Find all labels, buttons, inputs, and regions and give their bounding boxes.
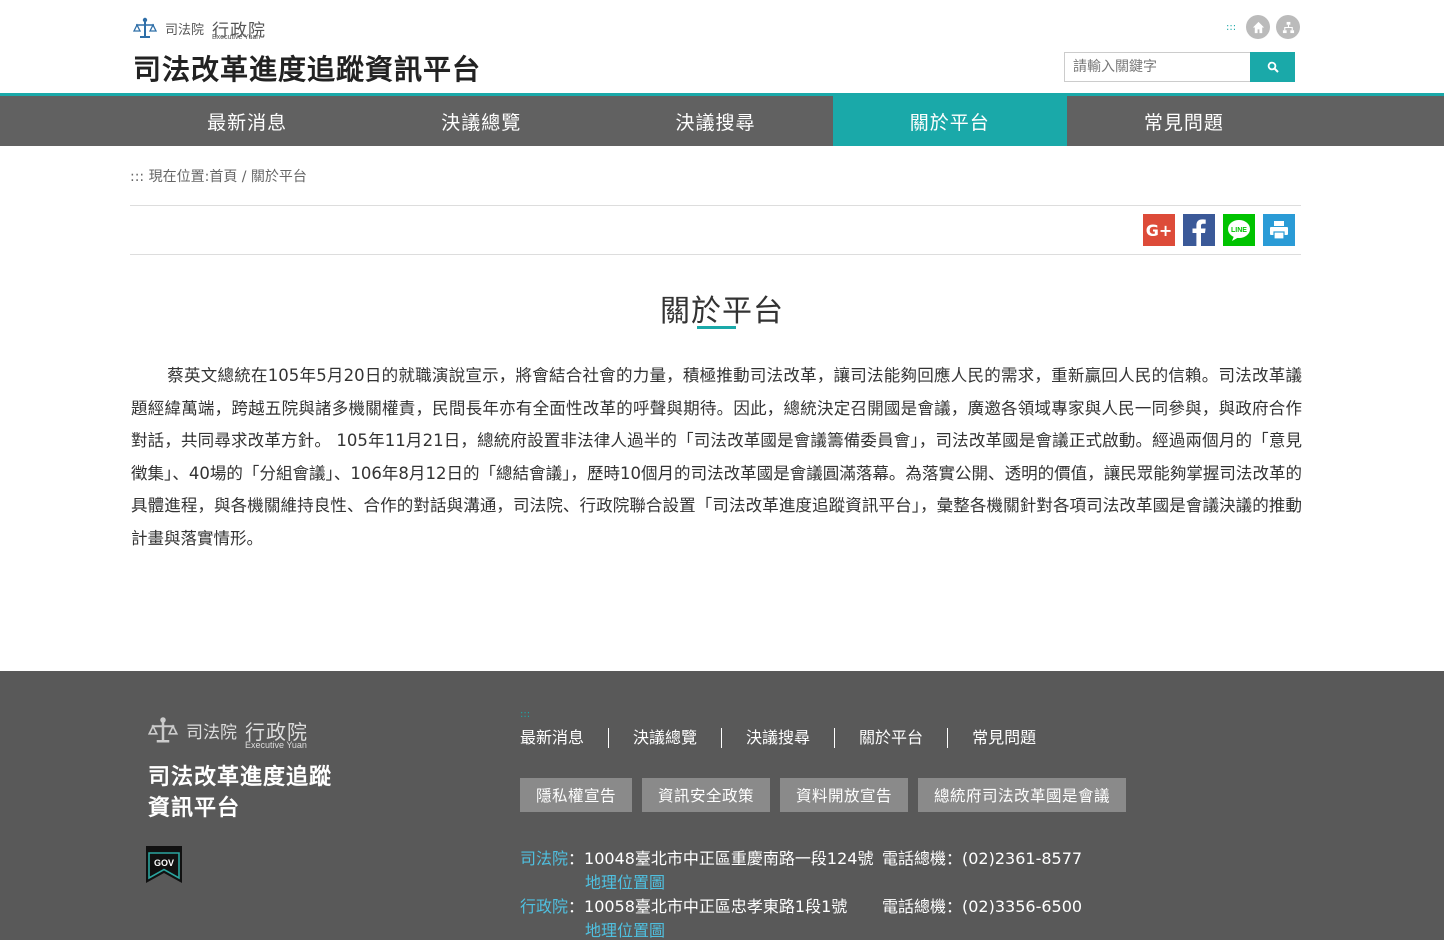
executive-address: ：10058臺北市中正區忠孝東路1段1號 [568, 897, 848, 916]
share-bar: G+ LINE [1143, 214, 1295, 246]
print-button[interactable] [1263, 214, 1295, 246]
sitemap-button[interactable] [1276, 15, 1301, 39]
svg-text:LINE: LINE [1231, 227, 1247, 234]
google-plus-share-button[interactable]: G+ [1143, 214, 1175, 246]
facebook-icon [1192, 219, 1206, 246]
executive-yuan-en-label: Executive Yuan [212, 33, 261, 41]
nav-item-news[interactable]: 最新消息 [130, 96, 364, 146]
footer-nav-faq[interactable]: 常見問題 [947, 728, 1060, 748]
executive-address-line: 行政院：10058臺北市中正區忠孝東路1段1號 電話總機：(02)3356-650… [520, 893, 1082, 917]
line-icon: LINE [1228, 220, 1250, 241]
sitemap-icon [1282, 21, 1294, 33]
search-box [1064, 52, 1295, 82]
judicial-address: ：10048臺北市中正區重慶南路一段124號 [568, 849, 874, 868]
footer-nav-news[interactable]: 最新消息 [520, 728, 608, 748]
nav-item-resolutions-search[interactable]: 決議搜尋 [598, 96, 832, 146]
top-links: ::: [1226, 15, 1301, 39]
presidential-reform-conference-button[interactable]: 總統府司法改革國是會議 [918, 778, 1127, 812]
judicial-yuan-label: 司法院 [165, 22, 205, 38]
gov-badge-icon[interactable]: GOV [146, 846, 182, 883]
home-button[interactable] [1246, 15, 1271, 39]
executive-yuan-logo: 行政院 Executive Yuan [212, 16, 266, 41]
executive-tel: 電話總機：(02)3356-6500 [882, 897, 1083, 916]
facebook-share-button[interactable] [1183, 214, 1215, 246]
breadcrumb[interactable]: ::: 現在位置:首頁 / 關於平台 [130, 166, 307, 186]
google-plus-icon: G+ [1145, 220, 1173, 240]
gov-badge-label: GOV [154, 858, 174, 868]
site-title[interactable]: 司法改革進度追蹤資訊平台 [133, 48, 481, 88]
about-body-text: 蔡英文總統在105年5月20日的就職演說宣示，將會結合社會的力量，積極推動司法改… [131, 366, 1302, 548]
privacy-policy-button[interactable]: 隱私權宣告 [520, 778, 633, 812]
home-icon [1252, 21, 1264, 33]
footer-site-title: 司法改革進度追蹤資訊平台 [148, 764, 333, 821]
security-policy-button[interactable]: 資訊安全政策 [642, 778, 771, 812]
judicial-map-link[interactable]: 地理位置圖 [585, 869, 665, 893]
main-nav-items: 最新消息 決議總覽 決議搜尋 關於平台 常見問題 [130, 96, 1301, 146]
footer-nav: 最新消息 決議總覽 決議搜尋 關於平台 常見問題 [520, 728, 1060, 748]
search-button[interactable] [1250, 52, 1295, 82]
footer-nav-resolutions-search[interactable]: 決議搜尋 [721, 728, 834, 748]
executive-agency-link[interactable]: 行政院 [520, 897, 568, 916]
nav-item-resolutions-overview[interactable]: 決議總覽 [364, 96, 598, 146]
executive-map-link[interactable]: 地理位置圖 [585, 917, 665, 941]
divider [130, 205, 1301, 206]
footer-judicial-yuan-label: 司法院 [186, 722, 237, 743]
print-icon [1270, 221, 1288, 240]
judicial-agency-link[interactable]: 司法院 [520, 849, 568, 868]
nav-item-faq[interactable]: 常見問題 [1067, 96, 1301, 146]
nav-item-about[interactable]: 關於平台 [832, 96, 1067, 146]
divider [130, 254, 1301, 255]
search-icon [1267, 61, 1279, 73]
search-input[interactable] [1064, 52, 1250, 82]
judicial-tel: 電話總機：(02)2361-8577 [882, 849, 1083, 868]
title-underline [697, 326, 736, 329]
footer-nav-about[interactable]: 關於平台 [834, 728, 947, 748]
scales-of-justice-icon [148, 717, 178, 743]
policy-links: 隱私權宣告 資訊安全政策 資料開放宣告 總統府司法改革國是會議 [520, 778, 1127, 812]
footer-logo: 司法院 行政院 Executive Yuan [148, 715, 308, 750]
scales-of-justice-icon [133, 17, 157, 38]
accesskey-marker[interactable]: ::: [1226, 22, 1236, 33]
open-data-button[interactable]: 資料開放宣告 [780, 778, 909, 812]
header-logo[interactable]: 司法院 行政院 Executive Yuan [133, 12, 266, 44]
footer-executive-yuan-en-label: Executive Yuan [245, 739, 307, 750]
footer-executive-yuan-logo: 行政院 Executive Yuan [245, 716, 308, 750]
line-share-button[interactable]: LINE [1223, 214, 1255, 246]
judicial-address-line: 司法院：10048臺北市中正區重慶南路一段124號 電話總機：(02)2361-8… [520, 845, 1082, 869]
page-title: 關於平台 [660, 294, 784, 329]
main-nav: 最新消息 決議總覽 決議搜尋 關於平台 常見問題 [0, 93, 1444, 146]
footer-accesskey-marker[interactable]: ::: [520, 709, 530, 720]
footer-nav-resolutions-overview[interactable]: 決議總覽 [608, 728, 721, 748]
